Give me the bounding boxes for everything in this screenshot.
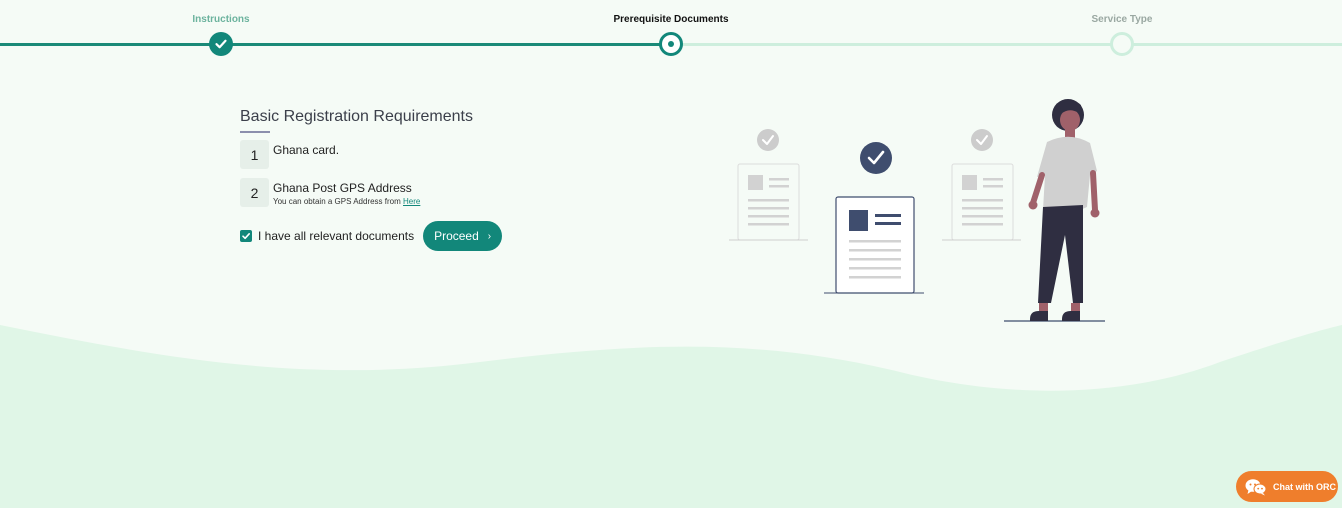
background-wave	[0, 325, 1342, 508]
requirements-title: Basic Registration Requirements	[240, 108, 473, 125]
chat-with-orc-button[interactable]: Chat with ORC	[1236, 471, 1338, 502]
requirements-panel: Basic Registration Requirements 1 Ghana …	[240, 107, 503, 251]
title-underline	[240, 131, 270, 133]
step-label: Instructions	[192, 14, 250, 25]
proceed-label: Proceed	[434, 229, 479, 243]
requirement-note: You can obtain a GPS Address from Here	[273, 196, 420, 208]
acknowledge-row: I have all relevant documents Proceed ›	[240, 221, 503, 251]
gps-note-text: You can obtain a GPS Address from	[273, 197, 401, 206]
chevron-right-icon: ›	[487, 230, 492, 242]
checkmark-icon	[215, 39, 227, 49]
stepper-progress	[0, 43, 672, 46]
documents-illustration	[729, 99, 1105, 322]
person-figure-icon	[1004, 99, 1105, 322]
document-right-icon	[942, 129, 1021, 241]
checkmark-icon	[242, 233, 250, 240]
acknowledge-checkbox[interactable]	[240, 230, 252, 242]
requirement-number: 1	[240, 140, 269, 169]
requirement-item: 1 Ghana card.	[240, 140, 502, 169]
step-prerequisite-documents[interactable]: Prerequisite Documents	[561, 0, 781, 56]
chat-label: Chat with ORC	[1273, 481, 1336, 492]
chat-bubbles-icon	[1245, 478, 1267, 495]
document-selected-icon	[824, 142, 924, 294]
step-done-marker	[209, 32, 233, 56]
step-label: Service Type	[1091, 14, 1153, 25]
proceed-button[interactable]: Proceed ›	[423, 221, 503, 251]
step-pending-marker	[1110, 32, 1134, 56]
requirement-number: 2	[240, 178, 269, 207]
requirement-item: 2 Ghana Post GPS Address You can obtain …	[240, 178, 502, 208]
requirement-name: Ghana Post GPS Address	[273, 181, 412, 195]
step-label: Prerequisite Documents	[613, 14, 729, 25]
acknowledge-label[interactable]: I have all relevant documents	[258, 229, 414, 243]
requirement-name: Ghana card.	[273, 143, 340, 157]
progress-stepper: Instructions Prerequisite Documents Serv…	[0, 0, 1342, 60]
step-instructions[interactable]: Instructions	[111, 0, 331, 56]
step-active-marker	[659, 32, 683, 56]
document-left-icon	[729, 129, 808, 241]
gps-address-link[interactable]: Here	[403, 197, 420, 206]
step-service-type[interactable]: Service Type	[1012, 0, 1232, 56]
